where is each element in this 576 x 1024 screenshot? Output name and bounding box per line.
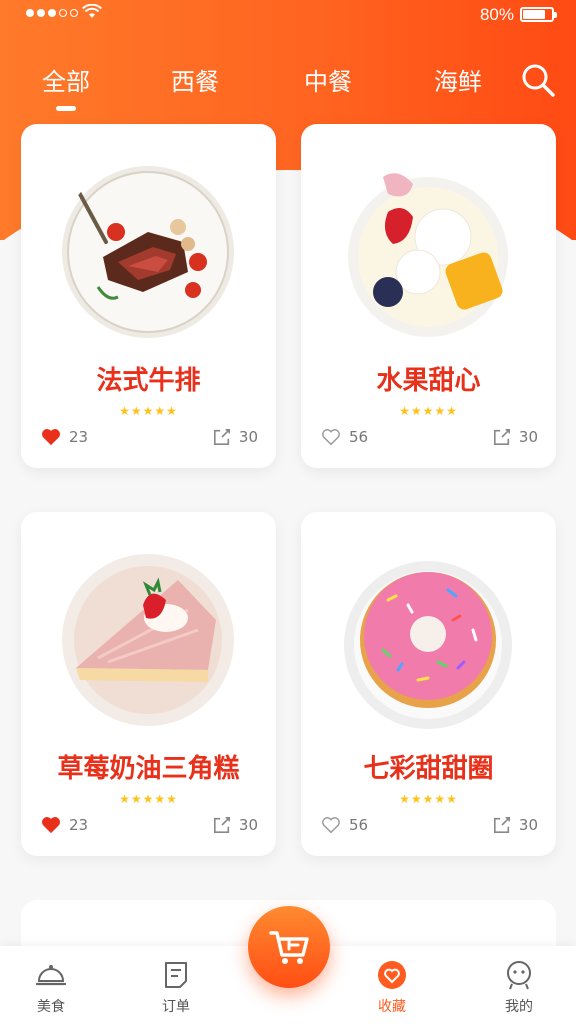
nav-label: 订单 [162,999,190,1015]
tab-all[interactable]: 全部 [42,62,90,97]
tab-western[interactable]: 西餐 [171,62,219,97]
card-title: 法式牛排 [96,366,201,396]
steak-plate-image [62,166,234,338]
battery-icon [520,7,557,22]
heart-outline-icon [322,817,340,834]
share-icon [213,816,230,834]
share-button[interactable]: 30 [493,816,538,834]
nav-profile[interactable]: 我的 [484,958,554,1016]
share-count: 30 [518,428,538,446]
nav-label: 美食 [37,999,65,1015]
battery-percent: 80% [479,5,514,24]
cart-button[interactable] [248,906,330,988]
share-count: 30 [238,428,258,446]
search-icon[interactable] [520,62,556,98]
share-count: 30 [518,816,538,834]
share-icon [493,428,510,446]
rating-stars: ★★★★★ [119,404,178,418]
nav-label: 我的 [505,999,533,1015]
signal-icon [26,9,78,17]
share-icon [493,816,510,834]
card-title: 水果甜心 [376,366,481,396]
card-title: 七彩甜甜圈 [363,754,494,784]
heart-filled-icon [42,817,60,834]
heart-filled-icon [42,429,60,446]
like-button[interactable]: 23 [41,428,88,446]
cart-icon [269,931,309,964]
cloche-icon [35,965,67,986]
nav-orders[interactable]: 订单 [141,958,211,1016]
share-count: 30 [238,816,258,834]
profile-icon [507,961,531,990]
like-count: 56 [349,816,369,834]
food-card-fruit-dessert[interactable]: 水果甜心 ★★★★★ 56 30 [301,124,556,468]
nav-food[interactable]: 美食 [16,958,86,1016]
like-count: 23 [69,428,89,446]
donut-image [344,561,512,729]
wifi-icon [82,4,102,18]
share-button[interactable]: 30 [213,428,258,446]
nav-favorites[interactable]: 收藏 [357,958,427,1016]
fruit-dessert-image [348,173,508,337]
like-button[interactable]: 23 [41,816,88,834]
like-button[interactable]: 56 [321,816,368,834]
status-bar: 80% [0,0,576,30]
like-count: 56 [349,428,369,446]
heart-outline-icon [322,429,340,446]
strawberry-cake-image [62,554,234,726]
tab-seafood[interactable]: 海鲜 [434,62,482,97]
rating-stars: ★★★★★ [399,404,458,418]
share-icon [213,428,230,446]
like-count: 23 [69,816,89,834]
rating-stars: ★★★★★ [399,792,458,806]
food-card-strawberry-cake[interactable]: 草莓奶油三角糕 ★★★★★ 23 30 [21,512,276,856]
category-tabs: 全部 西餐 中餐 海鲜 [0,56,576,106]
tab-chinese[interactable]: 中餐 [304,62,352,97]
food-card-donut[interactable]: 七彩甜甜圈 ★★★★★ 56 30 [301,512,556,856]
food-card-steak[interactable]: 法式牛排 ★★★★★ 23 30 [21,124,276,468]
share-button[interactable]: 30 [493,428,538,446]
favorite-icon [378,961,406,989]
like-button[interactable]: 56 [321,428,368,446]
nav-label: 收藏 [378,999,406,1015]
rating-stars: ★★★★★ [119,792,178,806]
card-title: 草莓奶油三角糕 [57,754,240,784]
order-icon [165,962,187,988]
share-button[interactable]: 30 [213,816,258,834]
